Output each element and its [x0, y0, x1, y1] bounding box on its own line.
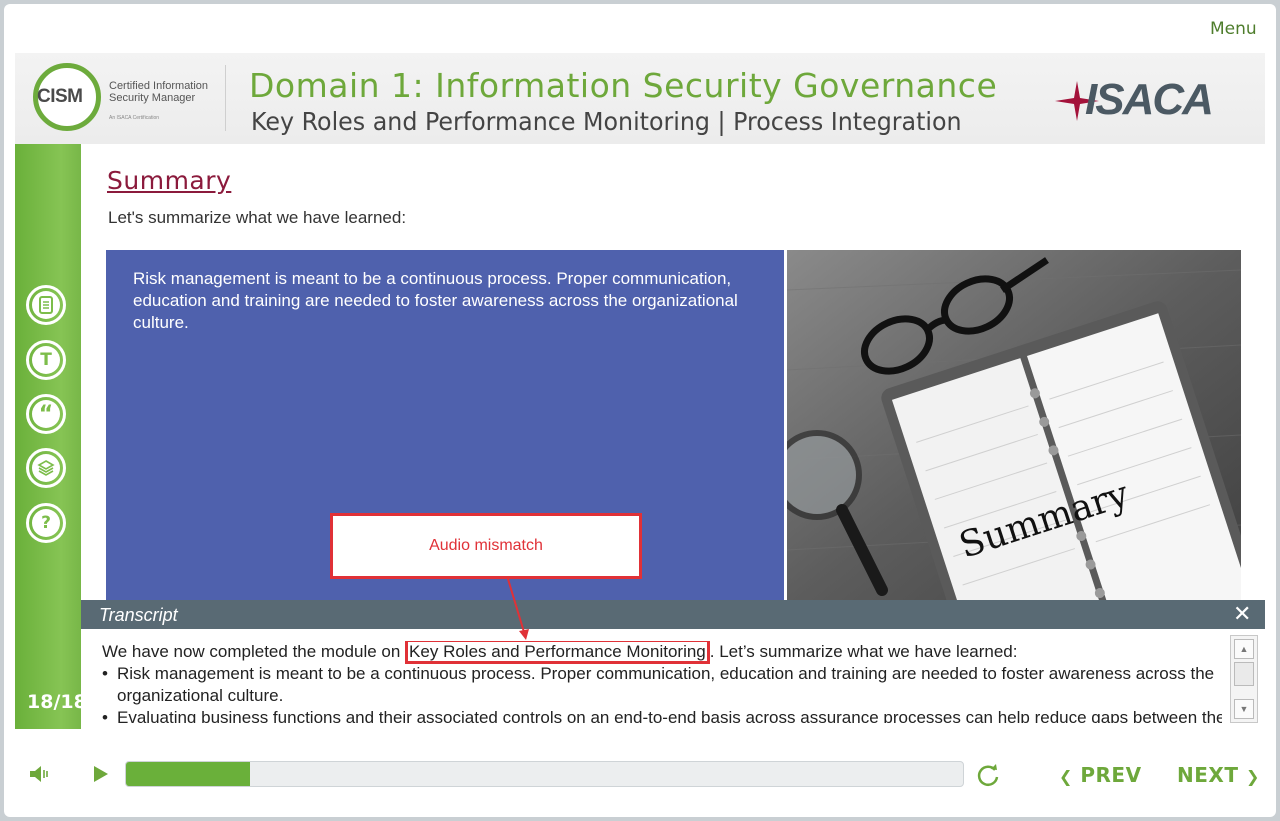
chevron-right-icon: ❯: [1245, 767, 1260, 786]
transcript-bullet: Evaluating business functions and their …: [102, 707, 1222, 723]
cism-full-name: Certified Information Security Manager: [109, 80, 219, 104]
notes-icon: [32, 291, 60, 319]
cism-abbrev: CISM: [37, 86, 83, 107]
cism-tagline: An ISACA Certification: [109, 115, 160, 121]
text-button[interactable]: T: [26, 340, 66, 380]
summary-panel-text: Risk management is meant to be a continu…: [133, 269, 738, 332]
layers-icon: [32, 454, 60, 482]
scroll-down-icon[interactable]: ▼: [1234, 699, 1254, 719]
quote-icon: “: [32, 400, 60, 428]
transcript-intro: We have now completed the module on Key …: [102, 641, 1222, 664]
audio-mismatch-callout: Audio mismatch: [330, 513, 642, 579]
page-counter: 18/18: [27, 691, 87, 713]
quote-button[interactable]: “: [26, 394, 66, 434]
notes-button[interactable]: [26, 285, 66, 325]
prev-label: PREV: [1080, 763, 1142, 787]
help-icon: ?: [32, 509, 60, 537]
transcript-scrollbar[interactable]: ▲ ▼: [1230, 635, 1258, 723]
progress-bar[interactable]: [125, 761, 964, 787]
volume-icon[interactable]: [29, 764, 51, 784]
scroll-up-icon[interactable]: ▲: [1234, 639, 1254, 659]
header-divider: [225, 65, 226, 131]
transcript-intro-end: . Let’s summarize what we have learned:: [709, 642, 1018, 661]
prev-button[interactable]: ❮ PREV: [1059, 763, 1142, 787]
slide-heading: Summary: [107, 166, 232, 195]
transcript-title: Transcript: [99, 605, 178, 625]
sidebar: T “ ? 18/18: [15, 144, 87, 729]
transcript-intro-start: We have now completed the module on: [102, 642, 406, 661]
progress-fill: [126, 762, 250, 786]
text-icon: T: [32, 346, 60, 374]
summary-photo: Summary: [787, 250, 1241, 600]
next-button[interactable]: NEXT ❯: [1177, 763, 1260, 787]
transcript-header: Transcript ✕: [81, 600, 1265, 629]
highlighted-module-name: Key Roles and Performance Monitoring: [405, 641, 710, 664]
page-subtitle: Key Roles and Performance Monitoring | P…: [251, 107, 962, 136]
transcript-panel: Transcript ✕ We have now completed the m…: [81, 600, 1265, 729]
cism-line1: Certified Information: [109, 80, 209, 92]
cism-logo: CISM Certified Information Security Mana…: [33, 63, 213, 133]
close-icon[interactable]: ✕: [1233, 601, 1251, 627]
chevron-left-icon: ❮: [1059, 767, 1073, 786]
summary-notebook-image: Summary: [787, 250, 1241, 600]
cism-line2: Security Manager: [109, 92, 196, 104]
layers-button[interactable]: [26, 448, 66, 488]
course-header: CISM Certified Information Security Mana…: [15, 53, 1265, 144]
page-title: Domain 1: Information Security Governanc…: [249, 66, 998, 105]
replay-icon[interactable]: [975, 762, 1001, 788]
transcript-bullet: Risk management is meant to be a continu…: [102, 663, 1222, 707]
transcript-text: We have now completed the module on Key …: [102, 641, 1222, 723]
help-button[interactable]: ?: [26, 503, 66, 543]
slide-content: Summary Let's summarize what we have lea…: [81, 144, 1265, 600]
isaca-logo: ISACA: [1055, 75, 1235, 125]
menu-button[interactable]: Menu: [1210, 19, 1257, 39]
lead-text: Let's summarize what we have learned:: [108, 208, 407, 227]
player-controls: ❮ PREV NEXT ❯: [15, 729, 1265, 813]
scroll-thumb[interactable]: [1234, 662, 1254, 686]
play-icon[interactable]: [92, 764, 110, 784]
isaca-wordmark: ISACA: [1085, 75, 1214, 124]
next-label: NEXT: [1177, 763, 1239, 787]
